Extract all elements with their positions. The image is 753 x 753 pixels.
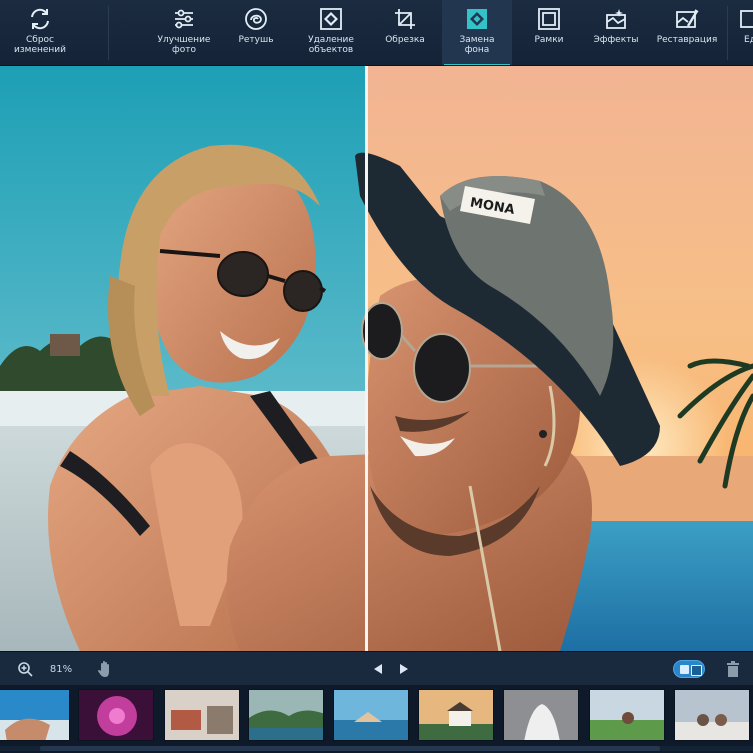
remove-objects-button[interactable]: Удаление объектов xyxy=(296,0,366,65)
remove-objects-icon xyxy=(320,8,342,30)
thumbnail[interactable] xyxy=(503,689,579,741)
retouch-button[interactable]: Ретушь xyxy=(226,0,286,65)
previous-photo-button[interactable] xyxy=(369,652,387,686)
reset-changes-label: Сброс изменений xyxy=(14,35,66,55)
enhance-photo-button[interactable]: Улучшение фото xyxy=(148,0,220,65)
photo-filmstrip xyxy=(0,685,753,753)
more-tools-label: Ед xyxy=(744,35,753,45)
thumbnail[interactable] xyxy=(164,689,240,741)
restoration-button[interactable]: Реставрация xyxy=(650,0,724,65)
next-photo-button[interactable] xyxy=(395,652,413,686)
thumbnail[interactable] xyxy=(418,689,494,741)
frame-icon xyxy=(538,8,560,30)
crop-button[interactable]: Обрезка xyxy=(374,0,436,65)
thumbnail[interactable] xyxy=(589,689,665,741)
restoration-label: Реставрация xyxy=(656,35,718,45)
more-icon xyxy=(740,10,753,28)
retouch-icon xyxy=(245,8,267,30)
prev-arrow-icon xyxy=(374,664,382,674)
trash-icon xyxy=(727,661,739,677)
zoom-in-icon xyxy=(18,662,33,677)
frames-label: Рамки xyxy=(534,35,564,45)
before-after-divider[interactable] xyxy=(365,66,368,651)
replace-background-icon xyxy=(467,9,487,29)
replace-background-label: Замена фона xyxy=(459,35,495,55)
enhance-photo-label: Улучшение фото xyxy=(157,35,211,55)
filmstrip-scrollbar[interactable] xyxy=(0,746,753,751)
view-controls-bar: 81% xyxy=(0,651,753,685)
effects-label: Эффекты xyxy=(593,35,639,45)
remove-objects-label: Удаление объектов xyxy=(308,35,354,55)
sliders-icon xyxy=(175,9,193,29)
next-arrow-icon xyxy=(400,664,408,674)
effects-button[interactable]: Эффекты xyxy=(584,0,648,65)
restore-icon xyxy=(676,9,699,28)
hand-icon xyxy=(98,661,109,677)
thumbnail[interactable] xyxy=(78,689,154,741)
retouch-label: Ретушь xyxy=(238,35,274,45)
reset-changes-button[interactable]: Сброс изменений xyxy=(2,0,78,65)
toolbar-divider xyxy=(727,6,728,60)
crop-icon xyxy=(395,9,415,29)
thumbnail[interactable] xyxy=(674,689,750,741)
thumbnail[interactable] xyxy=(248,689,324,741)
pan-tool-button[interactable] xyxy=(94,652,116,686)
zoom-level: 81% xyxy=(44,652,78,686)
zoom-in-button[interactable] xyxy=(14,652,36,686)
zoom-value: 81% xyxy=(49,663,73,675)
filmstrip-scroll-thumb[interactable] xyxy=(40,746,660,751)
delete-button[interactable] xyxy=(722,652,744,686)
thumbnail[interactable] xyxy=(333,689,409,741)
photo-preview: MONA xyxy=(0,66,753,651)
thumbnail[interactable] xyxy=(0,689,70,741)
frames-button[interactable]: Рамки xyxy=(520,0,578,65)
photo-canvas[interactable]: MONA xyxy=(0,66,753,651)
effects-icon xyxy=(606,9,626,29)
reset-icon xyxy=(31,8,49,30)
toolbar: Сброс изменений Улучшение фото Ретушь Уд… xyxy=(0,0,753,66)
before-after-toggle[interactable] xyxy=(673,660,705,678)
crop-label: Обрезка xyxy=(385,35,425,45)
replace-background-button[interactable]: Замена фона xyxy=(442,0,512,65)
more-tools-button[interactable]: Ед xyxy=(730,0,753,65)
toolbar-divider xyxy=(108,6,109,60)
